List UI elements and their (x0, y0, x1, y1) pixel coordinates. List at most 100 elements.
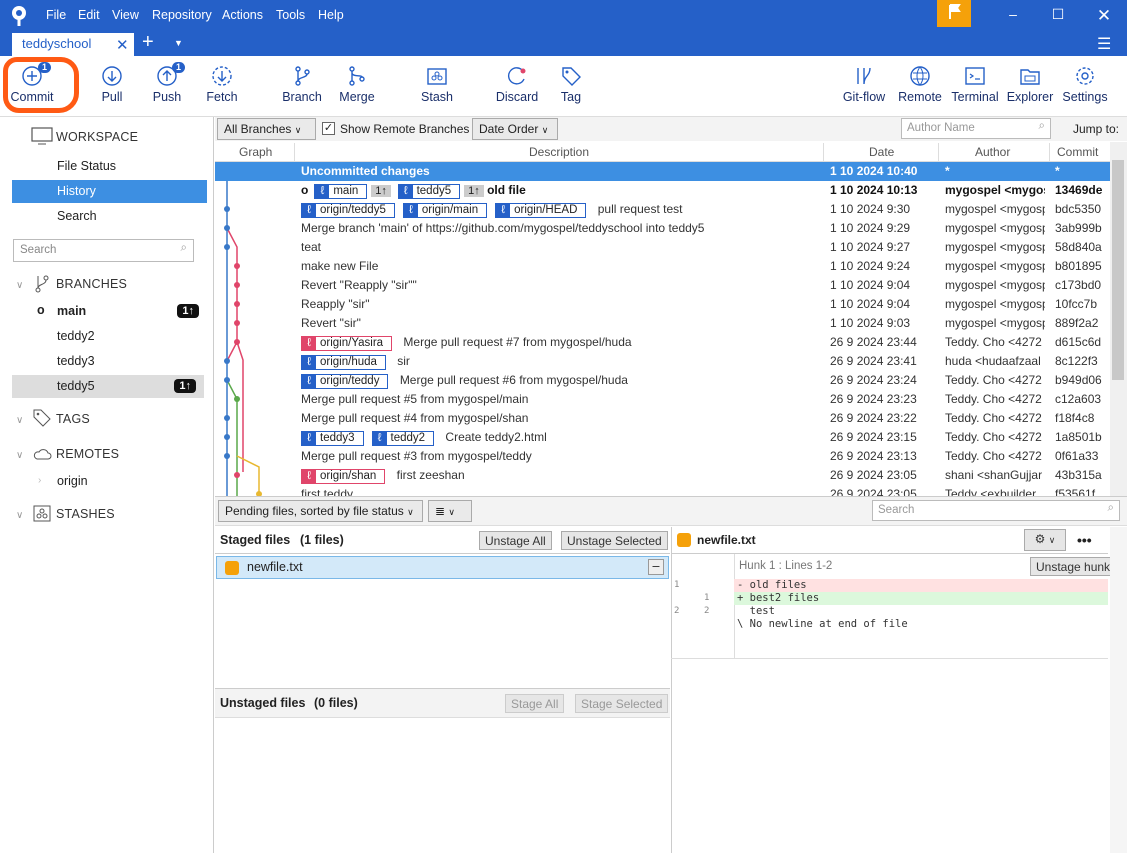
stashes-heading: STASHES (56, 507, 115, 521)
commit-description: sir (397, 354, 410, 368)
commit-description: make new File (301, 259, 379, 273)
scrollbar-thumb[interactable] (1112, 160, 1124, 380)
menu-repository[interactable]: Repository (152, 8, 212, 22)
sidebar-item-file-status[interactable]: File Status (12, 155, 207, 178)
commit-author: Teddy. Cho <4272 (945, 392, 1042, 406)
flag-button[interactable] (937, 0, 971, 27)
commit-row[interactable]: Merge pull request #5 from mygospel/main… (215, 390, 1110, 409)
maximize-button[interactable]: ☐ (1048, 6, 1068, 26)
commit-row[interactable]: Revert "sir" 1 10 2024 9:03 mygospel <mygo… (215, 314, 1110, 333)
sidebar-branch-teddy5[interactable]: teddy5 1↑ (12, 375, 204, 398)
settings-button[interactable]: Settings (1055, 56, 1115, 116)
merge-button[interactable]: Merge (327, 56, 387, 116)
commit-hash: c173bd0 (1055, 278, 1102, 292)
commit-row[interactable]: o ℓ main 1↑ ℓ teddy5 1↑ old file 1 10 2024 10:… (215, 181, 1110, 200)
ref-main-ahead: 1↑ (371, 185, 391, 197)
hamburger-menu-icon[interactable]: ☰ (1097, 34, 1111, 54)
commit-row[interactable]: Merge pull request #4 from mygospel/shan… (215, 409, 1110, 428)
commit-row[interactable]: Reapply "sir" 1 10 2024 9:04 mygospel <myg… (215, 295, 1110, 314)
minimize-button[interactable]: – (1003, 6, 1023, 26)
commit-hash: d615c6d (1055, 335, 1102, 349)
view-mode-dropdown[interactable]: ≣ ∨ (428, 500, 472, 522)
fetch-button[interactable]: Fetch (192, 56, 252, 116)
show-remote-checkbox[interactable]: ✓ (322, 122, 335, 135)
diff-scrollbar[interactable] (1110, 527, 1127, 853)
remotes-chevron-icon[interactable]: ∨ (16, 450, 23, 461)
commit-row[interactable]: Merge pull request #3 from mygospel/tedd… (215, 447, 1110, 466)
staged-file-row[interactable]: newfile.txt – (216, 556, 669, 579)
origin-chevron-icon[interactable]: › (38, 475, 41, 486)
commit-row[interactable]: make new File 1 10 2024 9:24 mygospel <myg… (215, 257, 1110, 276)
stage-selected-button[interactable]: Stage Selected (575, 694, 669, 713)
unstaged-title: Unstaged files (220, 696, 306, 710)
commit-row[interactable]: Uncommitted changes 1 10 2024 10:40 * * (215, 162, 1110, 181)
branches-filter-dropdown[interactable]: All Branches ∨ (217, 118, 316, 140)
sidebar-branch-teddy2[interactable]: teddy2 (12, 325, 207, 348)
commit-row[interactable]: ℓ teddy3 ℓ teddy2 Create teddy2.html 26 9 20… (215, 428, 1110, 447)
sidebar-search-input[interactable]: Search ⌕ (13, 239, 194, 262)
author-filter-input[interactable]: Author Name ⌕ (901, 118, 1051, 139)
commit-row[interactable]: Revert "Reapply "sir"" 1 10 2024 9:04 mygo… (215, 276, 1110, 295)
diff-file-name: newfile.txt (697, 533, 756, 547)
unstage-hunk-button[interactable]: Unstage hunk (1030, 557, 1117, 576)
menu-actions[interactable]: Actions (222, 8, 263, 22)
menu-help[interactable]: Help (318, 8, 344, 22)
sidebar-branch-main[interactable]: o main 1↑ (12, 300, 207, 323)
discard-button[interactable]: Discard (487, 56, 547, 116)
tags-heading: TAGS (56, 412, 90, 426)
menu-file[interactable]: File (46, 8, 66, 22)
commit-column-header[interactable]: Commit (1057, 145, 1098, 159)
diff-options-button[interactable]: ⚙ ∨ (1024, 529, 1066, 551)
graph-column-header[interactable]: Graph (239, 145, 272, 159)
sidebar-item-search[interactable]: Search (12, 205, 207, 228)
tag-button[interactable]: Tag (541, 56, 601, 116)
list-view-icon: ≣ (435, 504, 446, 518)
file-search-input[interactable]: Search ⌕ (872, 500, 1120, 521)
commit-date: 26 9 2024 23:23 (830, 392, 917, 406)
branch-button[interactable]: Branch (272, 56, 332, 116)
stash-button[interactable]: Stash (407, 56, 467, 116)
commit-row[interactable]: ℓ origin/huda sir 26 9 2024 23:41 huda <hud… (215, 352, 1110, 371)
menu-edit[interactable]: Edit (78, 8, 100, 22)
close-window-button[interactable]: ✕ (1094, 6, 1114, 26)
commit-row[interactable]: first teddy 26 9 2024 23:05 Teddy <exbuild… (215, 485, 1110, 496)
explorer-button[interactable]: Explorer (1000, 56, 1060, 116)
merge-icon (349, 66, 365, 86)
date-column-header[interactable]: Date (869, 145, 894, 159)
gitflow-button[interactable]: Git-flow (834, 56, 894, 116)
stash-icon (33, 505, 51, 522)
pull-button[interactable]: Pull (82, 56, 142, 116)
sidebar-search-placeholder: Search (20, 244, 57, 256)
remote-button[interactable]: Remote (890, 56, 950, 116)
terminal-button[interactable]: Terminal (945, 56, 1005, 116)
pending-sort-dropdown[interactable]: Pending files, sorted by file status ∨ (218, 500, 423, 522)
commit-row[interactable]: ℓ origin/Yasira Merge pull request #7 fro… (215, 333, 1110, 352)
commit-row[interactable]: ℓ origin/teddy Merge pull request #6 from… (215, 371, 1110, 390)
unstage-all-button[interactable]: Unstage All (479, 531, 552, 550)
stage-all-button[interactable]: Stage All (505, 694, 565, 713)
branches-chevron-icon[interactable]: ∨ (16, 280, 23, 291)
menu-view[interactable]: View (112, 8, 139, 22)
tags-chevron-icon[interactable]: ∨ (16, 415, 23, 426)
sidebar-branch-teddy3[interactable]: teddy3 (12, 350, 207, 373)
commit-row[interactable]: ℓ origin/shan first zeeshan 26 9 2024 23:0… (215, 466, 1110, 485)
add-tab-icon[interactable]: + (142, 31, 154, 54)
author-column-header[interactable]: Author (975, 145, 1010, 159)
more-options-icon[interactable]: ••• (1077, 532, 1092, 548)
commit-date: 1 10 2024 9:29 (830, 221, 911, 235)
commit-row[interactable]: ℓ origin/teddy5 ℓ origin/main ℓ origin/HEAD p… (215, 200, 1110, 219)
stashes-chevron-icon[interactable]: ∨ (16, 510, 23, 521)
remote-origin[interactable]: origin (57, 474, 88, 488)
unstage-selected-button[interactable]: Unstage Selected (561, 531, 668, 550)
push-button[interactable]: Push 1 (137, 56, 197, 116)
order-dropdown[interactable]: Date Order ∨ (472, 118, 558, 140)
sidebar-item-history[interactable]: History (12, 180, 207, 203)
tab-close-icon[interactable]: ✕ (116, 36, 129, 54)
tab-dropdown-icon[interactable]: ▼ (174, 38, 183, 48)
description-column-header[interactable]: Description (529, 145, 589, 159)
pending-sort-value: Pending files, sorted by file status (225, 504, 404, 518)
commit-row[interactable]: Merge branch 'main' of https://github.co… (215, 219, 1110, 238)
menu-tools[interactable]: Tools (276, 8, 305, 22)
commit-row[interactable]: teat 1 10 2024 9:27 mygospel <mygospel 58d8… (215, 238, 1110, 257)
unstage-file-button[interactable]: – (648, 559, 664, 575)
